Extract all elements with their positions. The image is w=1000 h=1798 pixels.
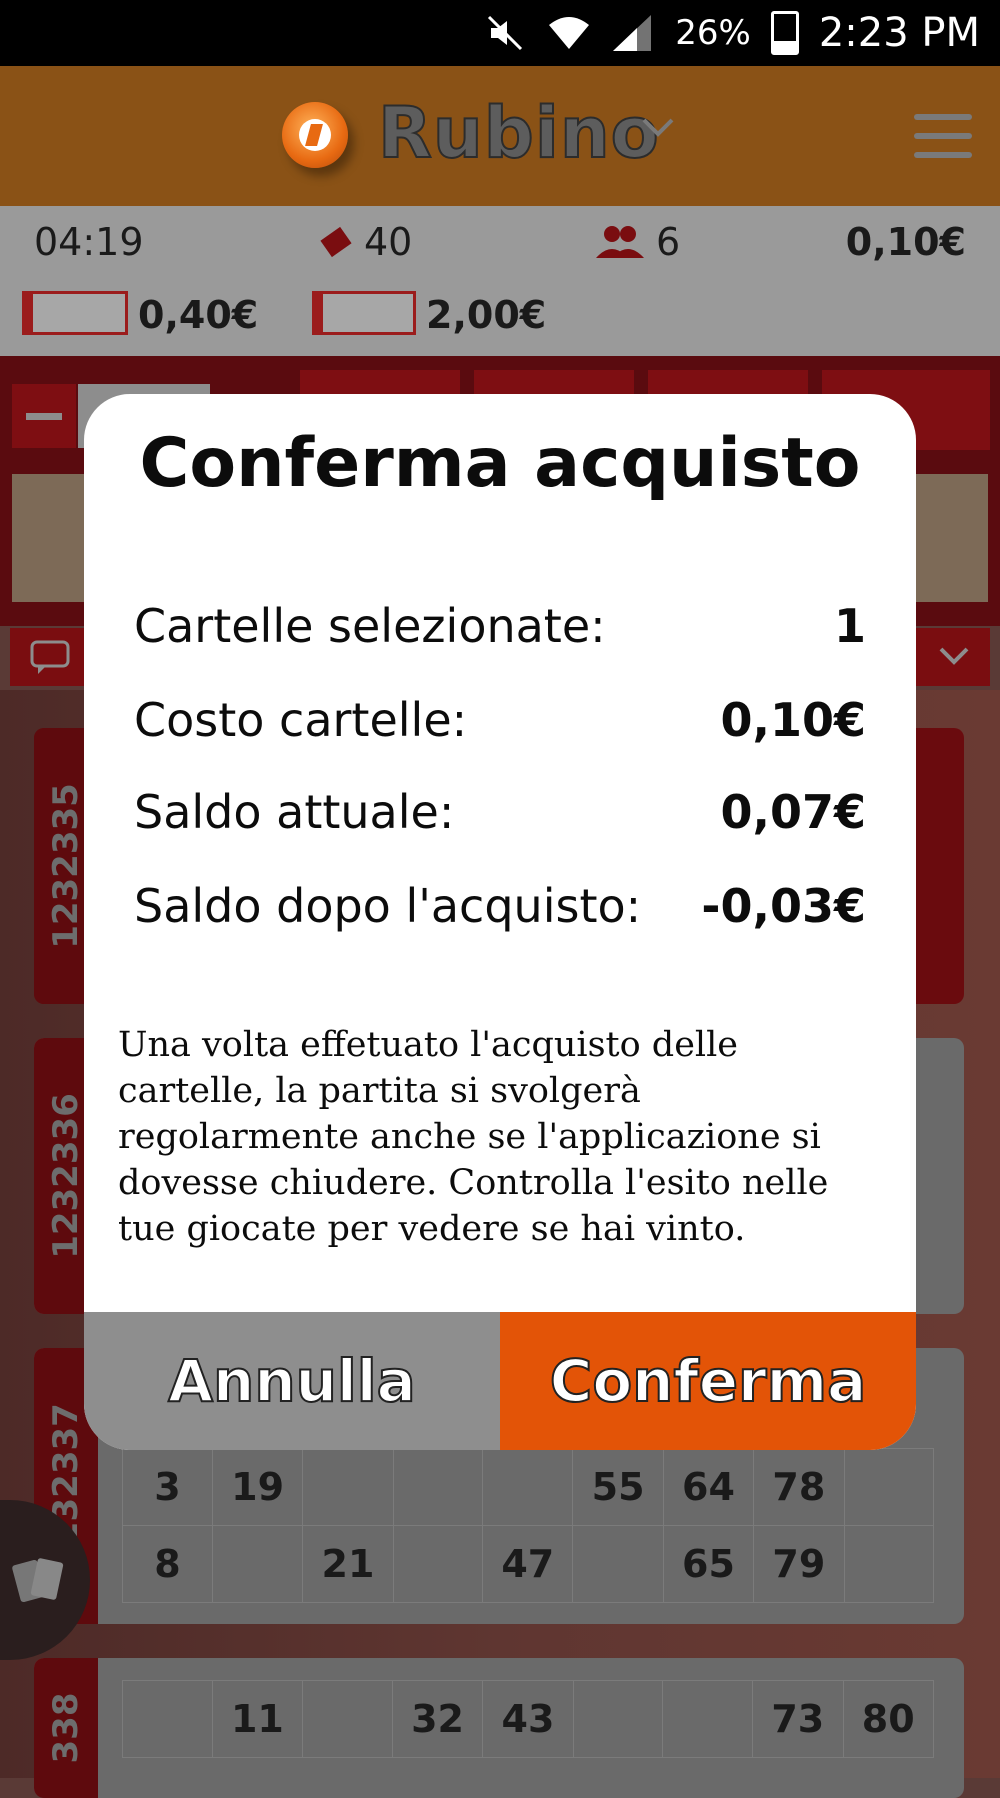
selected-tickets-row: Cartelle selezionate: 1 bbox=[134, 586, 866, 666]
row-value: 0,10€ bbox=[720, 693, 866, 747]
clock: 2:23 PM bbox=[818, 10, 980, 56]
grid-cell: 55 bbox=[572, 1448, 664, 1526]
grid-cell: 73 bbox=[752, 1680, 844, 1758]
grid-cell bbox=[392, 1525, 484, 1603]
grid-cell: 79 bbox=[753, 1525, 845, 1603]
minus-button[interactable] bbox=[12, 384, 76, 448]
ticket-grid: 11 32 43 73 80 bbox=[122, 1680, 934, 1758]
row-value: -0,03€ bbox=[701, 879, 866, 933]
playing-cards-icon[interactable] bbox=[10, 1554, 70, 1610]
grid-cell: 3 bbox=[122, 1448, 213, 1526]
chat-icon[interactable] bbox=[30, 640, 70, 676]
grid-cell bbox=[482, 1448, 574, 1526]
purchase-confirm-dialog: Conferma acquisto Cartelle selezionate: … bbox=[84, 394, 916, 1450]
grid-cell bbox=[843, 1525, 935, 1603]
ticket-stub: 338 bbox=[34, 1658, 98, 1798]
table-row: 11 32 43 73 80 bbox=[122, 1680, 934, 1758]
app-bar: Rubino bbox=[0, 66, 1000, 206]
balance-after-row: Saldo dopo l'acquisto: -0,03€ bbox=[134, 866, 866, 946]
chevron-down-icon[interactable] bbox=[640, 116, 676, 140]
app-title[interactable]: Rubino bbox=[377, 91, 660, 175]
grid-cell: 8 bbox=[122, 1525, 213, 1603]
info-note: Una volta effetuato l'acquisto delle car… bbox=[118, 1025, 829, 1249]
grid-cell bbox=[662, 1680, 754, 1758]
ticket-id: 338 bbox=[46, 1692, 86, 1764]
grid-cell: 65 bbox=[662, 1525, 755, 1603]
grid-cell: 21 bbox=[302, 1525, 394, 1603]
summary-row bbox=[134, 394, 866, 474]
table-row: 8 21 47 65 79 bbox=[122, 1525, 935, 1603]
game-info-bar: 04:19 40 6 0,10€ bbox=[0, 206, 1000, 276]
players-icon bbox=[596, 226, 644, 258]
grid-cell: 64 bbox=[662, 1448, 755, 1526]
row-label: Costo cartelle: bbox=[134, 693, 468, 747]
battery-icon bbox=[770, 11, 799, 55]
grid-cell bbox=[392, 1448, 484, 1526]
tickets-count: 40 bbox=[364, 220, 413, 264]
battery-percent: 26% bbox=[675, 13, 751, 53]
signal-icon bbox=[611, 11, 655, 55]
grid-cell bbox=[572, 1525, 664, 1603]
menu-icon[interactable] bbox=[914, 114, 972, 158]
grid-cell bbox=[302, 1448, 394, 1526]
row-value: 1 bbox=[833, 599, 866, 653]
tickets-cost-row: Costo cartelle: 0,10€ bbox=[134, 680, 866, 760]
price-single: 0,40€ bbox=[138, 293, 259, 337]
price-multi: 2,00€ bbox=[426, 293, 547, 337]
grid-cell bbox=[843, 1448, 935, 1526]
app-logo-icon bbox=[282, 102, 348, 168]
table-row: 3 19 55 64 78 bbox=[122, 1448, 935, 1526]
grid-cell: 78 bbox=[753, 1448, 845, 1526]
grid-cell: 43 bbox=[482, 1680, 574, 1758]
timer: 04:19 bbox=[34, 220, 144, 264]
cancel-button[interactable]: Annulla bbox=[84, 1312, 500, 1450]
current-balance-row: Saldo attuale: 0,07€ bbox=[134, 772, 866, 852]
players-count: 6 bbox=[656, 220, 681, 264]
ticket-price: 0,10€ bbox=[845, 220, 966, 264]
grid-cell: 80 bbox=[842, 1680, 934, 1758]
row-value: 0,07€ bbox=[720, 785, 866, 839]
row-label: Saldo dopo l'acquisto: bbox=[134, 879, 642, 933]
price-bar: 0,40€ 2,00€ bbox=[0, 276, 1000, 356]
grid-cell: 19 bbox=[211, 1448, 304, 1526]
grid-cell: 11 bbox=[211, 1680, 304, 1758]
ticket-id: 1232336 bbox=[46, 1093, 86, 1259]
grid-cell: 47 bbox=[482, 1525, 574, 1603]
grid-cell bbox=[211, 1525, 304, 1603]
ticket-grid: 3 19 55 64 78 8 21 47 65 79 bbox=[122, 1448, 935, 1603]
grid-cell bbox=[122, 1680, 213, 1758]
row-label: Cartelle selezionate: bbox=[134, 599, 606, 653]
row-label: Saldo attuale: bbox=[134, 785, 455, 839]
grid-cell bbox=[572, 1680, 664, 1758]
ticket-card[interactable]: 338 11 32 43 73 80 bbox=[34, 1658, 964, 1798]
status-bar: 26% 2:23 PM bbox=[0, 0, 1000, 66]
ticket-id: 1232335 bbox=[46, 783, 86, 949]
multi-ticket-icon bbox=[312, 291, 416, 335]
chevron-down-icon[interactable] bbox=[938, 646, 970, 668]
single-ticket-icon bbox=[22, 291, 128, 335]
wifi-icon bbox=[547, 11, 591, 55]
grid-cell bbox=[302, 1680, 393, 1758]
grid-cell: 32 bbox=[391, 1680, 484, 1758]
ticket-icon bbox=[320, 226, 352, 258]
confirm-button[interactable]: Conferma bbox=[500, 1312, 916, 1450]
mute-icon bbox=[483, 11, 527, 55]
